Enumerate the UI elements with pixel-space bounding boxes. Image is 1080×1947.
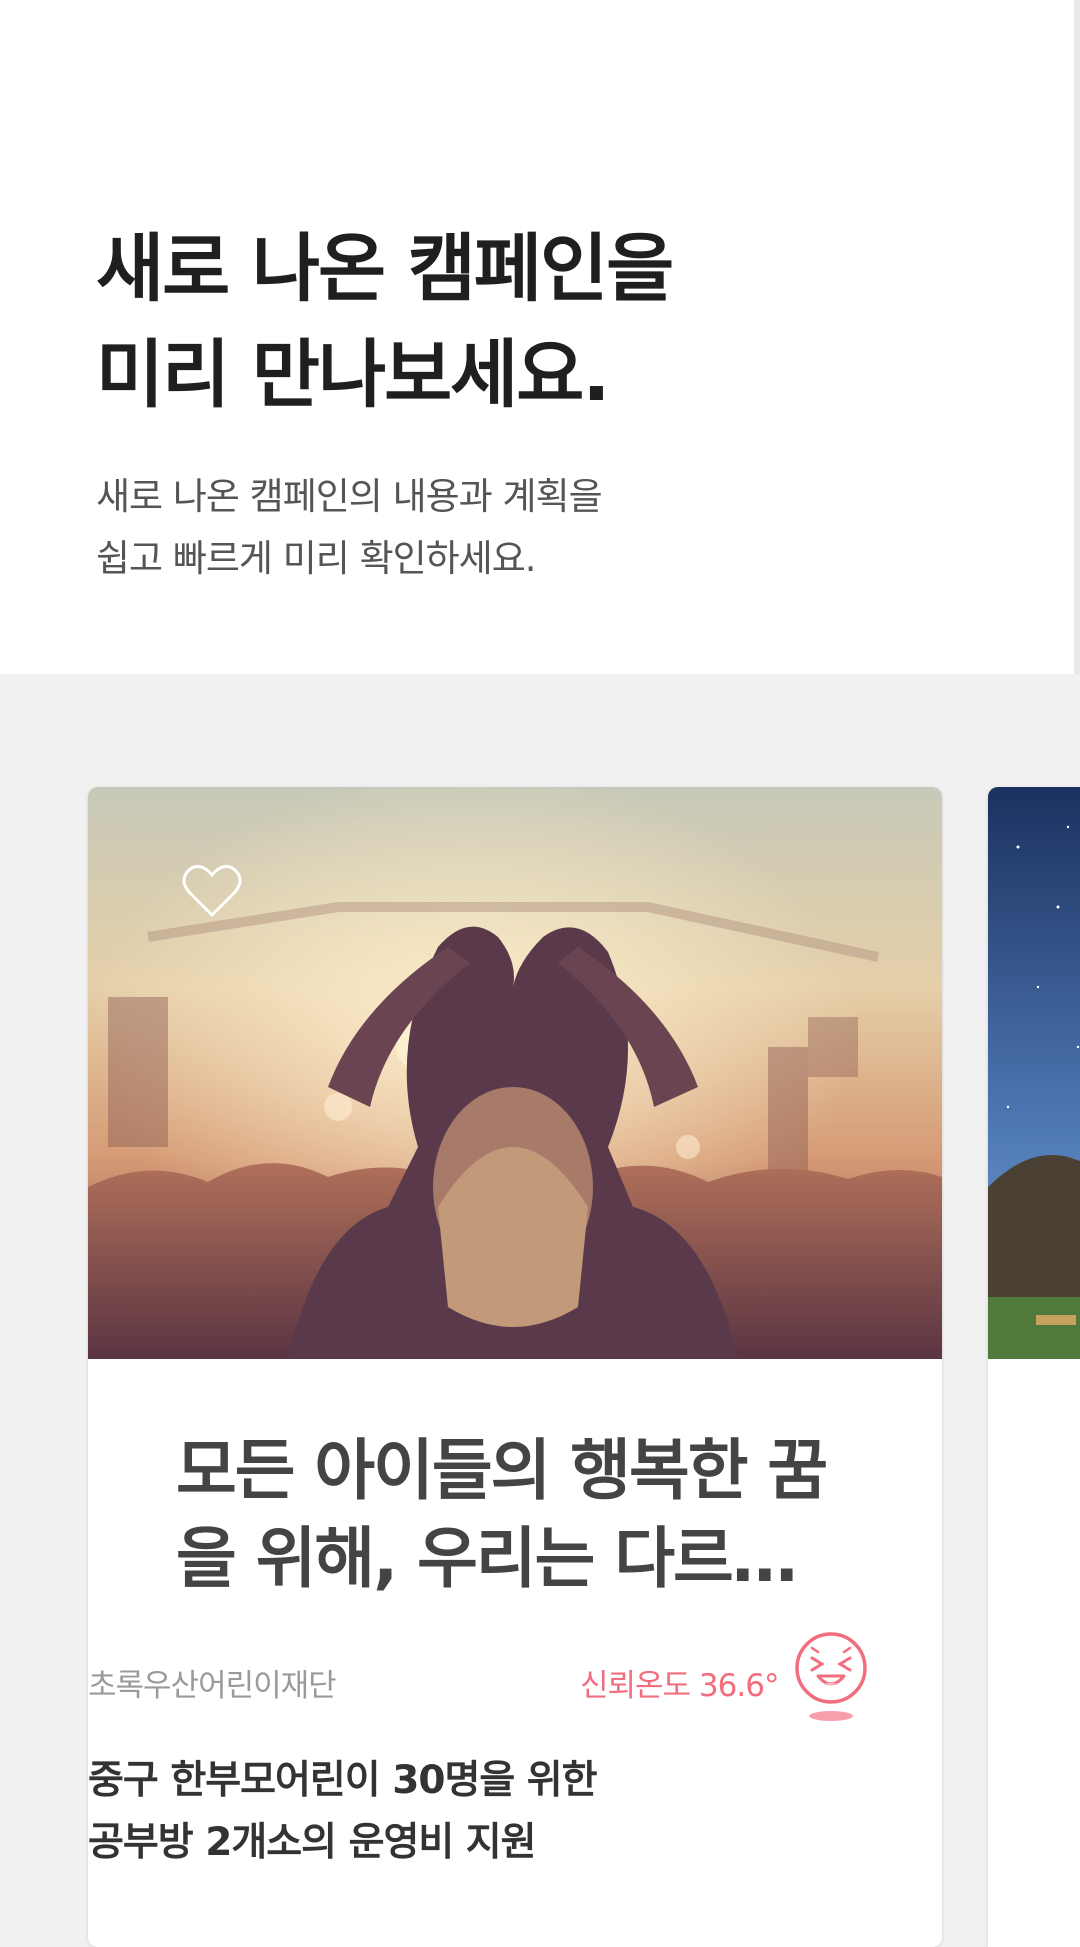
next-campaign-image [988, 787, 1080, 1359]
page-title-line-1: 새로 나온 캠페인을 [96, 226, 674, 312]
hero-section: 새로 나온 캠페인을미리 만나보세요. 새로 나온 캠페인의 내용과 계획을쉽고… [0, 0, 1074, 674]
laughing-face-icon [792, 1630, 870, 1722]
organization-name: 초록우산어린이재단 [88, 1668, 337, 1704]
campaign-description-line-1: 중구 한부모어린이 30명을 위한 [88, 1758, 598, 1803]
page-subtitle: 새로 나온 캠페인의 내용과 계획을쉽고 빠르게 미리 확인하세요. [96, 466, 603, 590]
trust-temperature: 신뢰온도 36.6° [580, 1668, 779, 1704]
campaign-description: 중구 한부모어린이 30명을 위한공부방 2개소의 운영비 지원 [88, 1750, 768, 1874]
favorite-heart-icon[interactable] [182, 863, 242, 919]
campaign-image [88, 787, 942, 1359]
page-subtitle-line-1: 새로 나온 캠페인의 내용과 계획을 [96, 475, 603, 518]
next-campaign-card[interactable] [988, 787, 1080, 1947]
page-title-line-2: 미리 만나보세요. [96, 332, 610, 418]
page-subtitle-line-2: 쉽고 빠르게 미리 확인하세요. [96, 537, 537, 580]
campaign-description-line-2: 공부방 2개소의 운영비 지원 [88, 1820, 537, 1865]
page-title: 새로 나온 캠페인을미리 만나보세요. [96, 216, 674, 428]
campaign-title[interactable]: 모든 아이들의 행복한 꿈을 위해, 우리는 다르지 않습니다 [176, 1427, 856, 1603]
hero-edge-divider [1074, 0, 1080, 674]
